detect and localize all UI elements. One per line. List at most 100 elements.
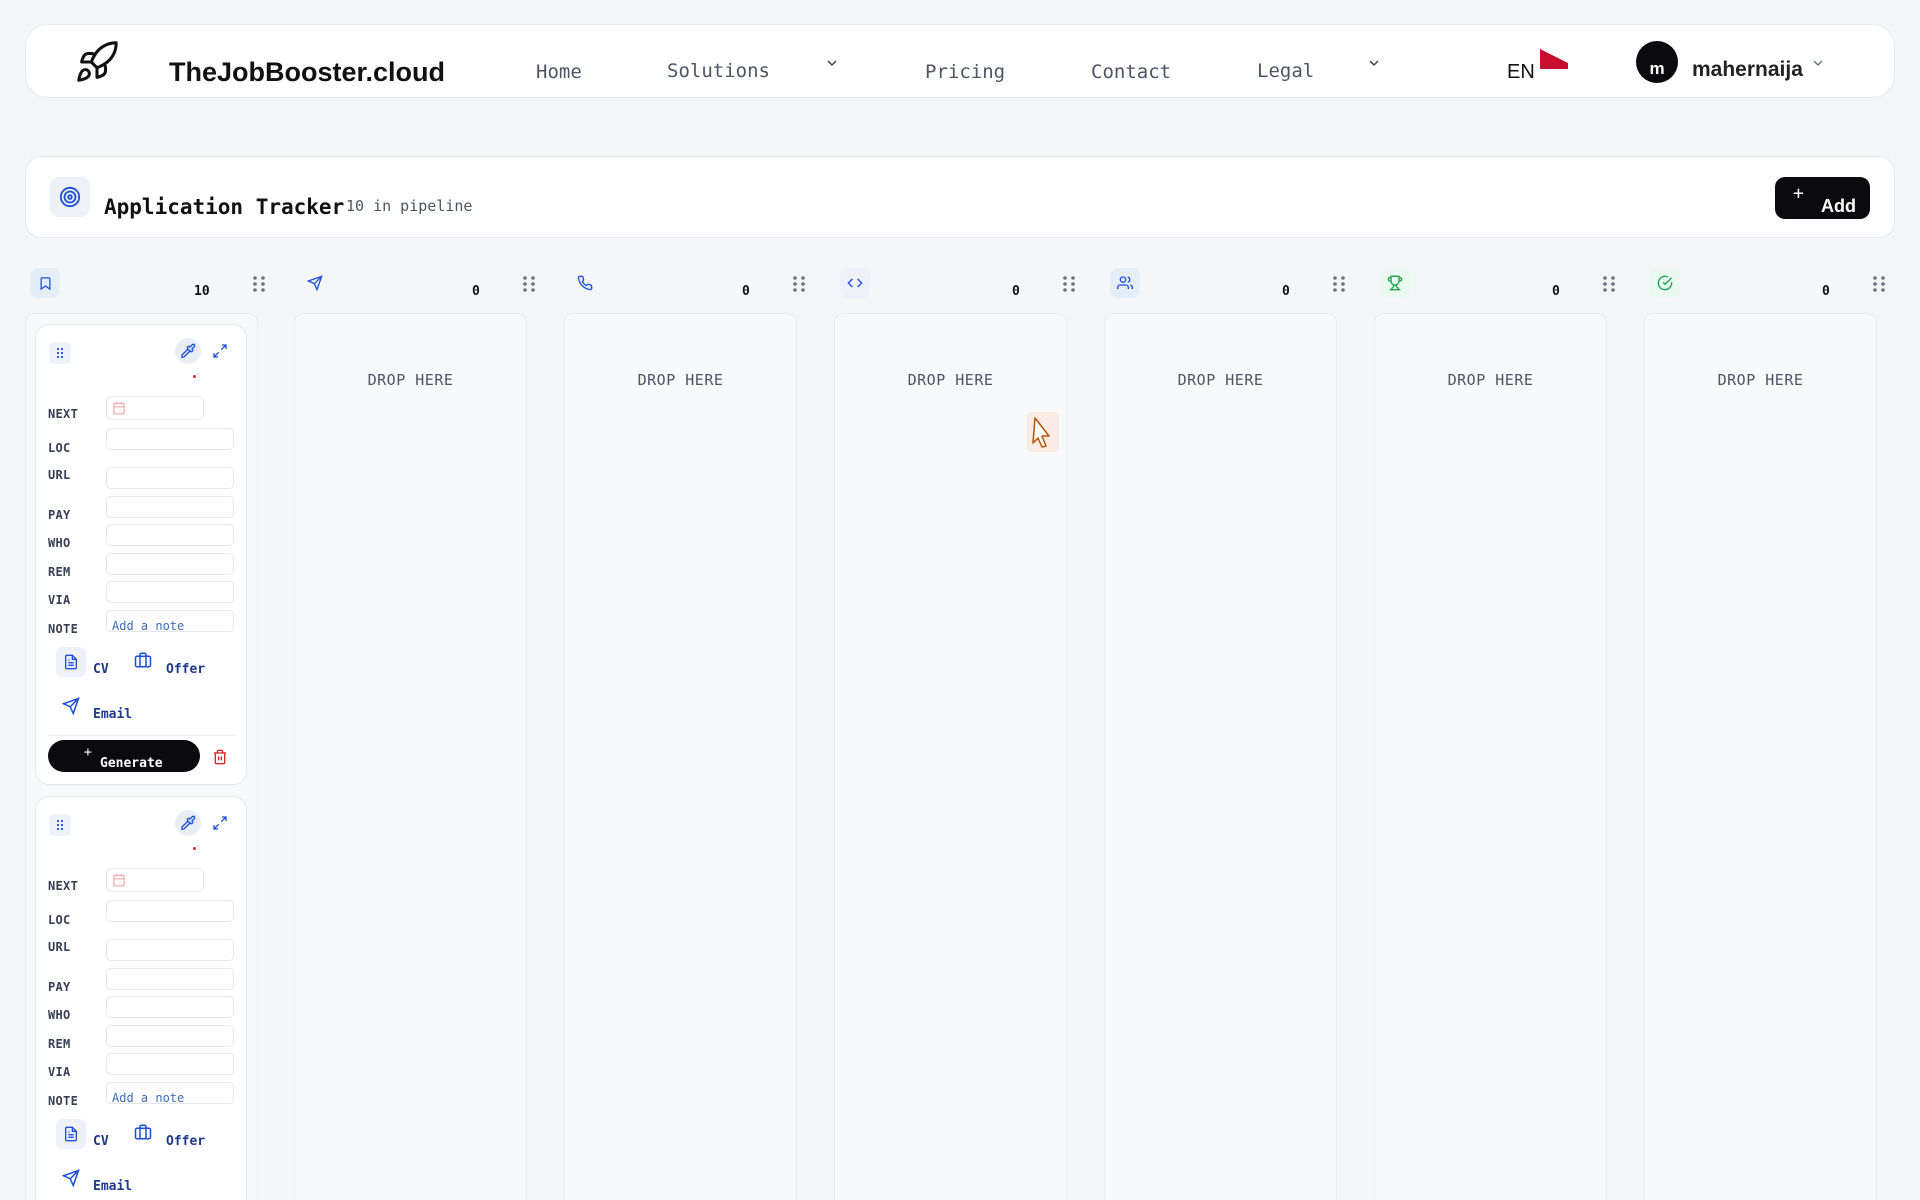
via-input[interactable]	[106, 581, 234, 603]
nav-contact[interactable]: Contact	[1091, 61, 1171, 83]
url-input[interactable]	[106, 467, 234, 489]
card-divider	[48, 735, 236, 736]
solutions-chevron-down-icon[interactable]	[824, 55, 840, 71]
offer-button[interactable]	[128, 645, 158, 675]
note-input[interactable]: Add a note	[106, 610, 234, 632]
column-accepted-count: 0	[1822, 284, 1830, 299]
field-label-who: WHO	[48, 1008, 71, 1022]
note-placeholder: Add a note	[112, 619, 185, 632]
plus-icon: +	[84, 745, 92, 760]
legal-chevron-down-icon[interactable]	[1366, 55, 1382, 71]
column-phone-grip-icon[interactable]	[791, 274, 807, 294]
eyedropper-icon	[180, 815, 196, 831]
offer-label[interactable]: Offer	[166, 1134, 205, 1149]
field-label-rem: REM	[48, 1037, 71, 1051]
user-menu-chevron-down-icon[interactable]	[1810, 55, 1826, 71]
brand-name[interactable]: TheJobBooster.cloud	[169, 57, 445, 88]
add-application-button[interactable]: + Add	[1775, 177, 1870, 219]
field-label-loc: LOC	[48, 913, 71, 927]
contact-input[interactable]	[106, 524, 234, 546]
expand-icon[interactable]	[212, 343, 228, 359]
reminder-input[interactable]	[106, 1025, 234, 1047]
nav-home[interactable]: Home	[536, 61, 582, 83]
send-icon	[307, 275, 323, 291]
drop-here-text: DROP HERE	[367, 371, 454, 389]
generate-label: Generate	[100, 756, 163, 771]
location-input[interactable]	[106, 428, 234, 450]
rocket-logo-icon[interactable]	[74, 39, 120, 85]
column-interview-dropzone[interactable]	[1104, 313, 1337, 1200]
users-icon	[1117, 276, 1133, 289]
column-saved-grip-icon[interactable]	[251, 274, 267, 294]
column-phone-icon	[570, 268, 600, 298]
email-label[interactable]: Email	[93, 1179, 132, 1194]
trash-icon[interactable]	[212, 749, 228, 765]
field-label-rem: REM	[48, 565, 71, 579]
send-icon	[62, 697, 80, 715]
note-placeholder: Add a note	[112, 1091, 185, 1104]
email-button[interactable]	[56, 1163, 86, 1193]
field-label-note: NOTE	[48, 622, 79, 636]
reminder-input[interactable]	[106, 553, 234, 575]
via-input[interactable]	[106, 1053, 234, 1075]
field-label-pay: PAY	[48, 508, 71, 522]
column-phone-count: 0	[742, 284, 750, 299]
column-phone-dropzone[interactable]	[564, 313, 797, 1200]
nav-legal[interactable]: Legal	[1257, 60, 1314, 82]
next-date-input[interactable]	[106, 396, 204, 420]
column-technical-grip-icon[interactable]	[1061, 274, 1077, 294]
note-input[interactable]: Add a note	[106, 1082, 234, 1104]
required-dot	[193, 847, 196, 850]
card-drag-handle-icon[interactable]	[49, 814, 71, 836]
cv-label[interactable]: CV	[93, 662, 109, 677]
avatar[interactable]: m	[1636, 41, 1678, 83]
application-card[interactable]: NEXT LOC URL PAY WHO REM VIA NOTE Add a …	[35, 796, 247, 1200]
column-applied-grip-icon[interactable]	[521, 274, 537, 294]
file-text-icon	[65, 654, 77, 670]
target-icon-wrap	[50, 177, 90, 217]
field-label-url: URL	[48, 468, 71, 482]
page-title: Application Tracker	[104, 195, 345, 219]
email-button[interactable]	[56, 691, 86, 721]
field-label-note: NOTE	[48, 1094, 79, 1108]
color-picker-button[interactable]	[175, 810, 201, 836]
card-drag-handle-icon[interactable]	[49, 342, 71, 364]
column-interview-grip-icon[interactable]	[1331, 274, 1347, 294]
column-offer-grip-icon[interactable]	[1601, 274, 1617, 294]
drop-here-text: DROP HERE	[907, 371, 994, 389]
language-selector[interactable]: EN	[1507, 61, 1535, 84]
color-picker-button[interactable]	[175, 338, 201, 364]
generate-button[interactable]: + Generate	[48, 740, 200, 772]
column-interview-icon	[1110, 268, 1140, 298]
location-input[interactable]	[106, 900, 234, 922]
required-dot	[193, 375, 196, 378]
expand-icon[interactable]	[212, 815, 228, 831]
drop-here-text: DROP HERE	[1447, 371, 1534, 389]
drop-here-text: DROP HERE	[1717, 371, 1804, 389]
nav-pricing[interactable]: Pricing	[925, 61, 1005, 83]
calendar-icon	[113, 874, 125, 887]
hand-cursor-icon	[1027, 412, 1059, 452]
pay-input[interactable]	[106, 496, 234, 518]
flag-icon[interactable]	[1540, 49, 1570, 71]
phone-icon	[577, 275, 593, 291]
email-label[interactable]: Email	[93, 707, 132, 722]
column-accepted-dropzone[interactable]	[1644, 313, 1877, 1200]
offer-label[interactable]: Offer	[166, 662, 205, 677]
contact-input[interactable]	[106, 996, 234, 1018]
next-date-input[interactable]	[106, 868, 204, 892]
username[interactable]: mahernaija	[1692, 58, 1803, 82]
column-offer-dropzone[interactable]	[1374, 313, 1607, 1200]
column-applied-dropzone[interactable]	[294, 313, 527, 1200]
pay-input[interactable]	[106, 968, 234, 990]
application-card[interactable]: NEXT LOC URL PAY WHO REM VIA NOTE Add a …	[35, 324, 247, 785]
cv-label[interactable]: CV	[93, 1134, 109, 1149]
cv-button[interactable]	[56, 1119, 86, 1149]
column-accepted-grip-icon[interactable]	[1871, 274, 1887, 294]
offer-button[interactable]	[128, 1117, 158, 1147]
column-interview-count: 0	[1282, 284, 1290, 299]
column-technical-icon	[840, 268, 870, 298]
cv-button[interactable]	[56, 647, 86, 677]
url-input[interactable]	[106, 939, 234, 961]
nav-solutions[interactable]: Solutions	[667, 60, 770, 82]
